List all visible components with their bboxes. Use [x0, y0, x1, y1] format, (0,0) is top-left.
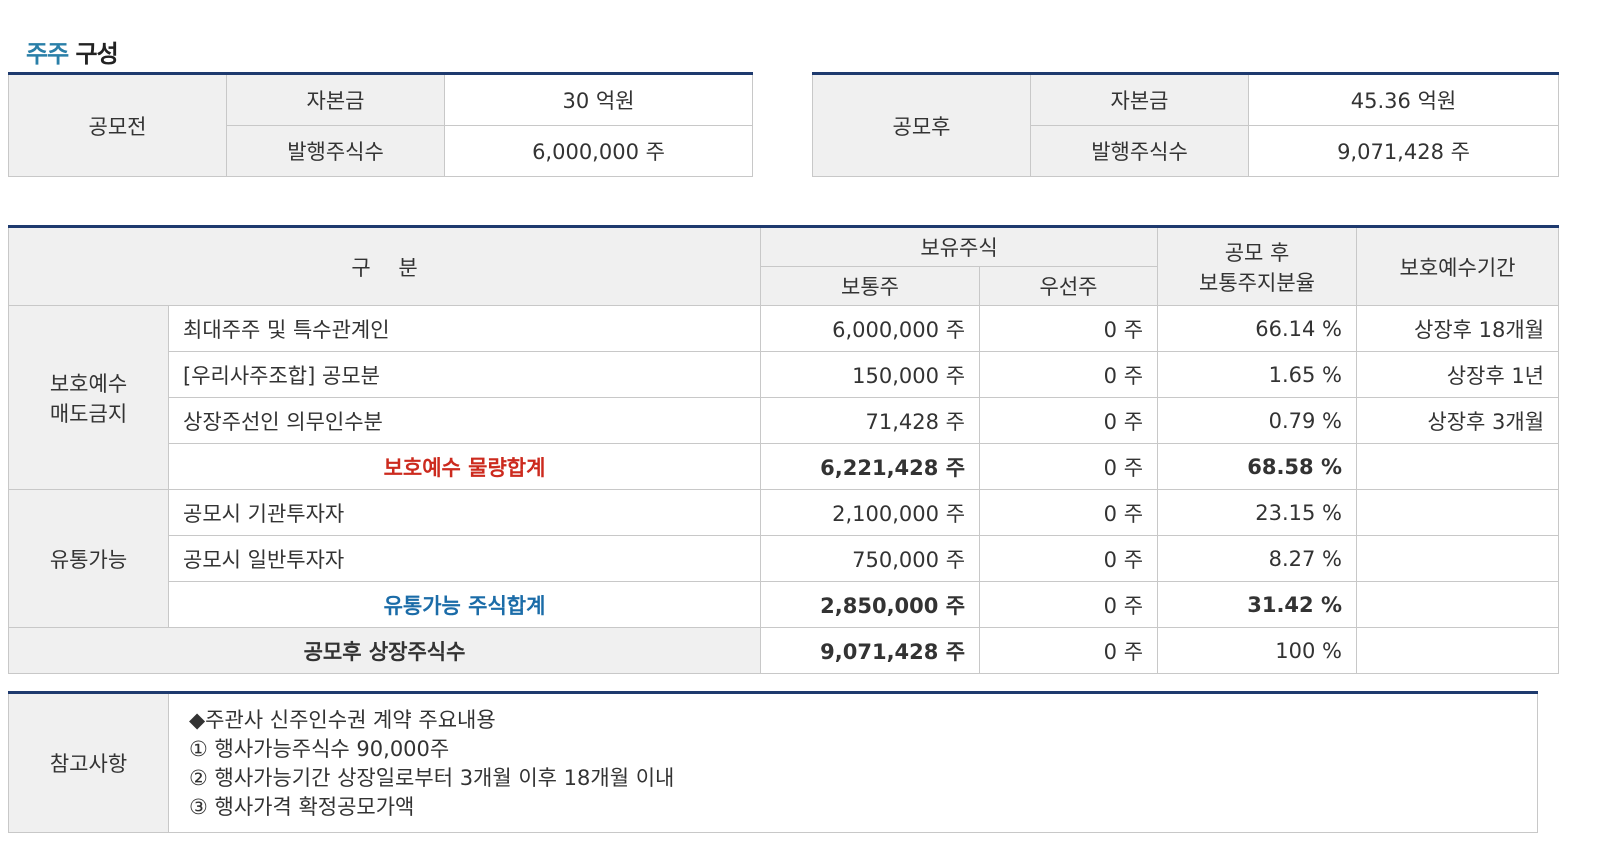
row-common: 2,850,000 주 [760, 581, 981, 628]
shareholder-table: 구 분 보유주식 공모 후 보통주지분율 보호예수기간 보통주 우선주 보호예수… [7, 225, 1560, 674]
row-ratio: 100 % [1157, 627, 1358, 674]
row-ratio: 0.79 % [1157, 397, 1358, 444]
header-lockup: 보호예수기간 [1356, 226, 1560, 306]
row-ratio: 8.27 % [1157, 535, 1358, 582]
row-ratio: 66.14 % [1157, 305, 1358, 352]
header-holding: 보유주식 [760, 226, 1159, 267]
row-period [1356, 443, 1560, 490]
after-ipo-label: 공모후 [812, 73, 1031, 177]
row-preferred: 0 주 [979, 351, 1159, 398]
row-ratio: 23.15 % [1157, 489, 1358, 536]
section-title-highlight: 주주 [26, 40, 69, 68]
row-common: 6,221,428 주 [760, 443, 981, 490]
section-title: 주주 구성 [26, 34, 119, 69]
after-shares-key: 발행주식수 [1030, 125, 1249, 177]
table-row: 보호예수 매도금지 최대주주 및 특수관계인 6,000,000 주 0 주 6… [8, 305, 1560, 490]
notes-line: ② 행사가능기간 상장일로부터 3개월 이후 18개월 이내 [189, 766, 675, 790]
header-ratio: 공모 후 보통주지분율 [1157, 226, 1358, 306]
after-ipo-table: 공모후 자본금 45.36 억원 발행주식수 9,071,428 주 [812, 72, 1559, 177]
row-preferred: 0 주 [979, 627, 1159, 674]
row-name: [우리사주조합] 공모분 [167, 351, 762, 398]
row-period: 상장후 18개월 [1356, 305, 1560, 352]
notes-line: ◆주관사 신주인수권 계약 주요내용 [189, 708, 496, 732]
header-ratio-line1: 공모 후 [1224, 240, 1290, 265]
row-ratio: 1.65 % [1157, 351, 1358, 398]
row-name: 최대주주 및 특수관계인 [167, 305, 762, 352]
group-protected-line2: 매도금지 [49, 401, 128, 426]
table-row: 유통가능 공모시 기관투자자 2,100,000 주 0 주 23.15 % [8, 489, 1560, 628]
row-period [1356, 627, 1560, 674]
total-row-name: 공모후 상장주식수 [7, 627, 762, 674]
row-common: 71,428 주 [760, 397, 981, 444]
row-period [1356, 581, 1560, 628]
before-capital-key: 자본금 [226, 73, 445, 126]
after-capital-value: 45.36 억원 [1248, 73, 1559, 126]
row-name: 상장주선인 의무인수분 [167, 397, 762, 444]
row-common: 2,100,000 주 [760, 489, 981, 536]
notes-label: 참고사항 [8, 692, 169, 833]
header-ratio-line2: 보통주지분율 [1199, 270, 1315, 295]
row-preferred: 0 주 [979, 443, 1159, 490]
notes-table: 참고사항 ◆주관사 신주인수권 계약 주요내용 ① 행사가능주식수 90,000… [8, 691, 1538, 833]
row-common: 150,000 주 [760, 351, 981, 398]
row-preferred: 0 주 [979, 581, 1159, 628]
after-capital-key: 자본금 [1030, 73, 1249, 126]
row-ratio: 68.58 % [1157, 443, 1358, 490]
row-name: 보호예수 물량합계 [167, 443, 762, 490]
table-row: 공모시 일반투자자 750,000 주 0 주 8.27 % [9, 535, 1560, 582]
row-name: 공모시 기관투자자 [167, 489, 762, 536]
row-name: 유통가능 주식합계 [167, 581, 762, 628]
row-name: 공모시 일반투자자 [167, 535, 762, 582]
before-shares-key: 발행주식수 [226, 125, 445, 177]
before-shares-value: 6,000,000 주 [444, 125, 753, 177]
header-division: 구 분 [7, 226, 762, 306]
table-row: [우리사주조합] 공모분 150,000 주 0 주 1.65 % 상장후 1년 [9, 351, 1560, 398]
group-tradable-label: 유통가능 [8, 489, 169, 628]
total-row: 공모후 상장주식수 9,071,428 주 0 주 100 % [7, 627, 1560, 674]
notes-line: ③ 행사가격 확정공모가액 [189, 795, 415, 819]
before-capital-value: 30 억원 [444, 73, 753, 126]
row-preferred: 0 주 [979, 489, 1159, 536]
row-preferred: 0 주 [979, 305, 1159, 352]
notes-content: ◆주관사 신주인수권 계약 주요내용 ① 행사가능주식수 90,000주 ② 행… [168, 692, 1538, 833]
table-row: 상장주선인 의무인수분 71,428 주 0 주 0.79 % 상장후 3개월 [9, 397, 1560, 444]
row-ratio: 31.42 % [1157, 581, 1358, 628]
row-common: 9,071,428 주 [760, 627, 981, 674]
header-preferred: 우선주 [979, 266, 1159, 306]
before-ipo-table: 공모전 자본금 30 억원 발행주식수 6,000,000 주 [8, 72, 753, 177]
row-period: 상장후 1년 [1356, 351, 1560, 398]
row-common: 6,000,000 주 [760, 305, 981, 352]
subtotal-row-protected: 보호예수 물량합계 6,221,428 주 0 주 68.58 % [9, 443, 1560, 490]
subtotal-row-tradable: 유통가능 주식합계 2,850,000 주 0 주 31.42 % [9, 581, 1560, 628]
row-preferred: 0 주 [979, 535, 1159, 582]
row-period [1356, 489, 1560, 536]
row-period [1356, 535, 1560, 582]
group-protected-label: 보호예수 매도금지 [8, 305, 169, 490]
row-period: 상장후 3개월 [1356, 397, 1560, 444]
section-title-rest: 구성 [75, 40, 119, 68]
row-common: 750,000 주 [760, 535, 981, 582]
after-shares-value: 9,071,428 주 [1248, 125, 1559, 177]
notes-line: ① 행사가능주식수 90,000주 [189, 737, 450, 761]
before-ipo-label: 공모전 [8, 73, 227, 177]
header-common: 보통주 [760, 266, 981, 306]
row-preferred: 0 주 [979, 397, 1159, 444]
group-protected-line1: 보호예수 [49, 371, 128, 396]
